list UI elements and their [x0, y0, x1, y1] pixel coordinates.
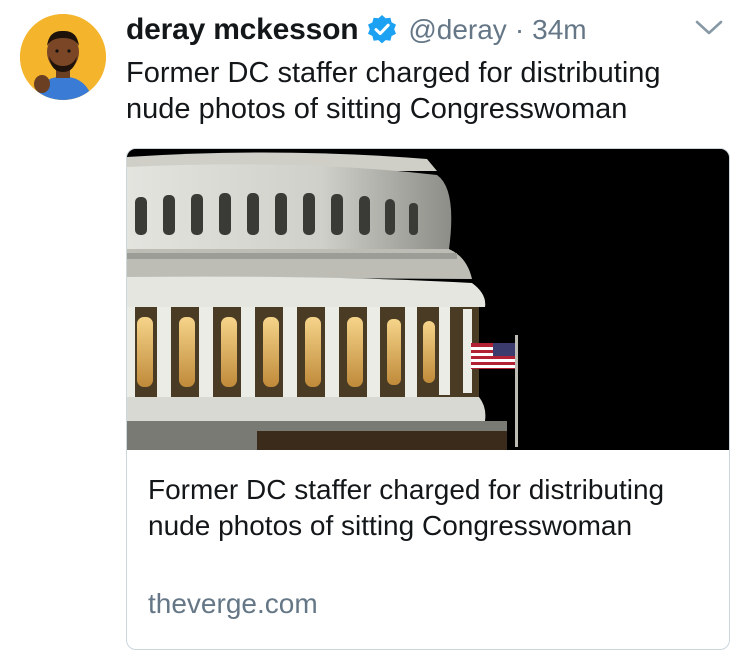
header-separator: · [514, 14, 525, 45]
card-domain[interactable]: theverge.com [148, 586, 318, 622]
chevron-down-icon[interactable] [692, 16, 726, 40]
tweet: deray mckesson @deray · 34m Former DC st… [0, 0, 750, 650]
author-handle[interactable]: @deray [408, 14, 506, 46]
verified-badge-icon [366, 14, 398, 46]
author-display-name[interactable]: deray mckesson [126, 13, 359, 47]
link-card[interactable]: Former DC staffer charged for distributi… [126, 148, 730, 650]
card-title[interactable]: Former DC staffer charged for distributi… [148, 472, 708, 544]
card-image [127, 149, 729, 450]
tweet-timestamp[interactable]: 34m [532, 14, 586, 46]
tweet-header: deray mckesson @deray · 34m [126, 10, 587, 50]
tweet-text: Former DC staffer charged for distributi… [126, 57, 661, 125]
capitol-dome-photo [127, 149, 729, 450]
illustrated-avatar-icon [20, 14, 106, 100]
author-avatar[interactable] [20, 14, 106, 100]
